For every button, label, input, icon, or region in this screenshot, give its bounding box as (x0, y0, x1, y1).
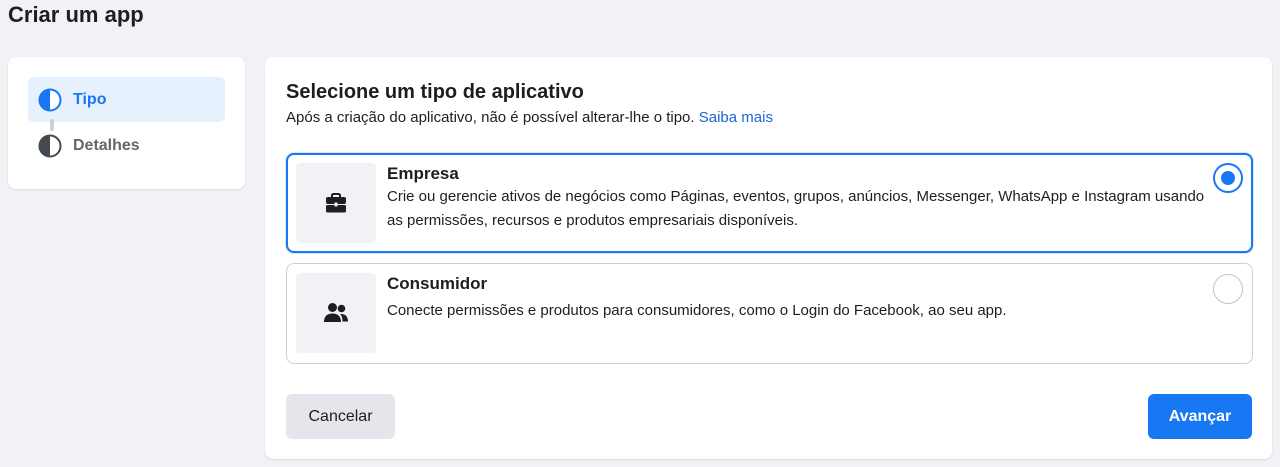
step-label: Tipo (73, 90, 107, 108)
steps-panel: Tipo Detalhes (8, 57, 245, 189)
half-circle-icon (38, 134, 62, 158)
section-subtitle: Após a criação do aplicativo, não é poss… (286, 109, 773, 126)
learn-more-link[interactable]: Saiba mais (699, 109, 773, 126)
next-button[interactable]: Avançar (1148, 394, 1252, 439)
option-title: Consumidor (387, 274, 488, 293)
radio-consumidor[interactable] (1213, 274, 1243, 304)
option-icon-box (296, 163, 376, 243)
people-icon (324, 303, 348, 322)
subtitle-text: Após a criação do aplicativo, não é poss… (286, 109, 695, 126)
app-type-panel: Selecione um tipo de aplicativo Após a c… (265, 57, 1272, 459)
section-title: Selecione um tipo de aplicativo (286, 81, 584, 103)
option-empresa[interactable]: Empresa Crie ou gerencie ativos de negóc… (286, 153, 1253, 253)
radio-empresa[interactable] (1213, 163, 1243, 193)
page-title: Criar um app (8, 2, 144, 27)
cancel-button[interactable]: Cancelar (286, 394, 395, 439)
briefcase-icon (326, 193, 346, 213)
step-tipo[interactable]: Tipo (28, 77, 225, 122)
step-label: Detalhes (73, 137, 140, 154)
option-description: Conecte permissões e produtos para consu… (387, 302, 1007, 319)
option-title: Empresa (387, 164, 459, 183)
option-description: Crie ou gerencie ativos de negócios como… (387, 188, 1205, 229)
step-detalhes[interactable]: Detalhes (28, 124, 225, 168)
option-consumidor[interactable]: Consumidor Conecte permissões e produtos… (286, 263, 1253, 364)
half-circle-icon (38, 88, 62, 112)
option-icon-box (296, 273, 376, 353)
